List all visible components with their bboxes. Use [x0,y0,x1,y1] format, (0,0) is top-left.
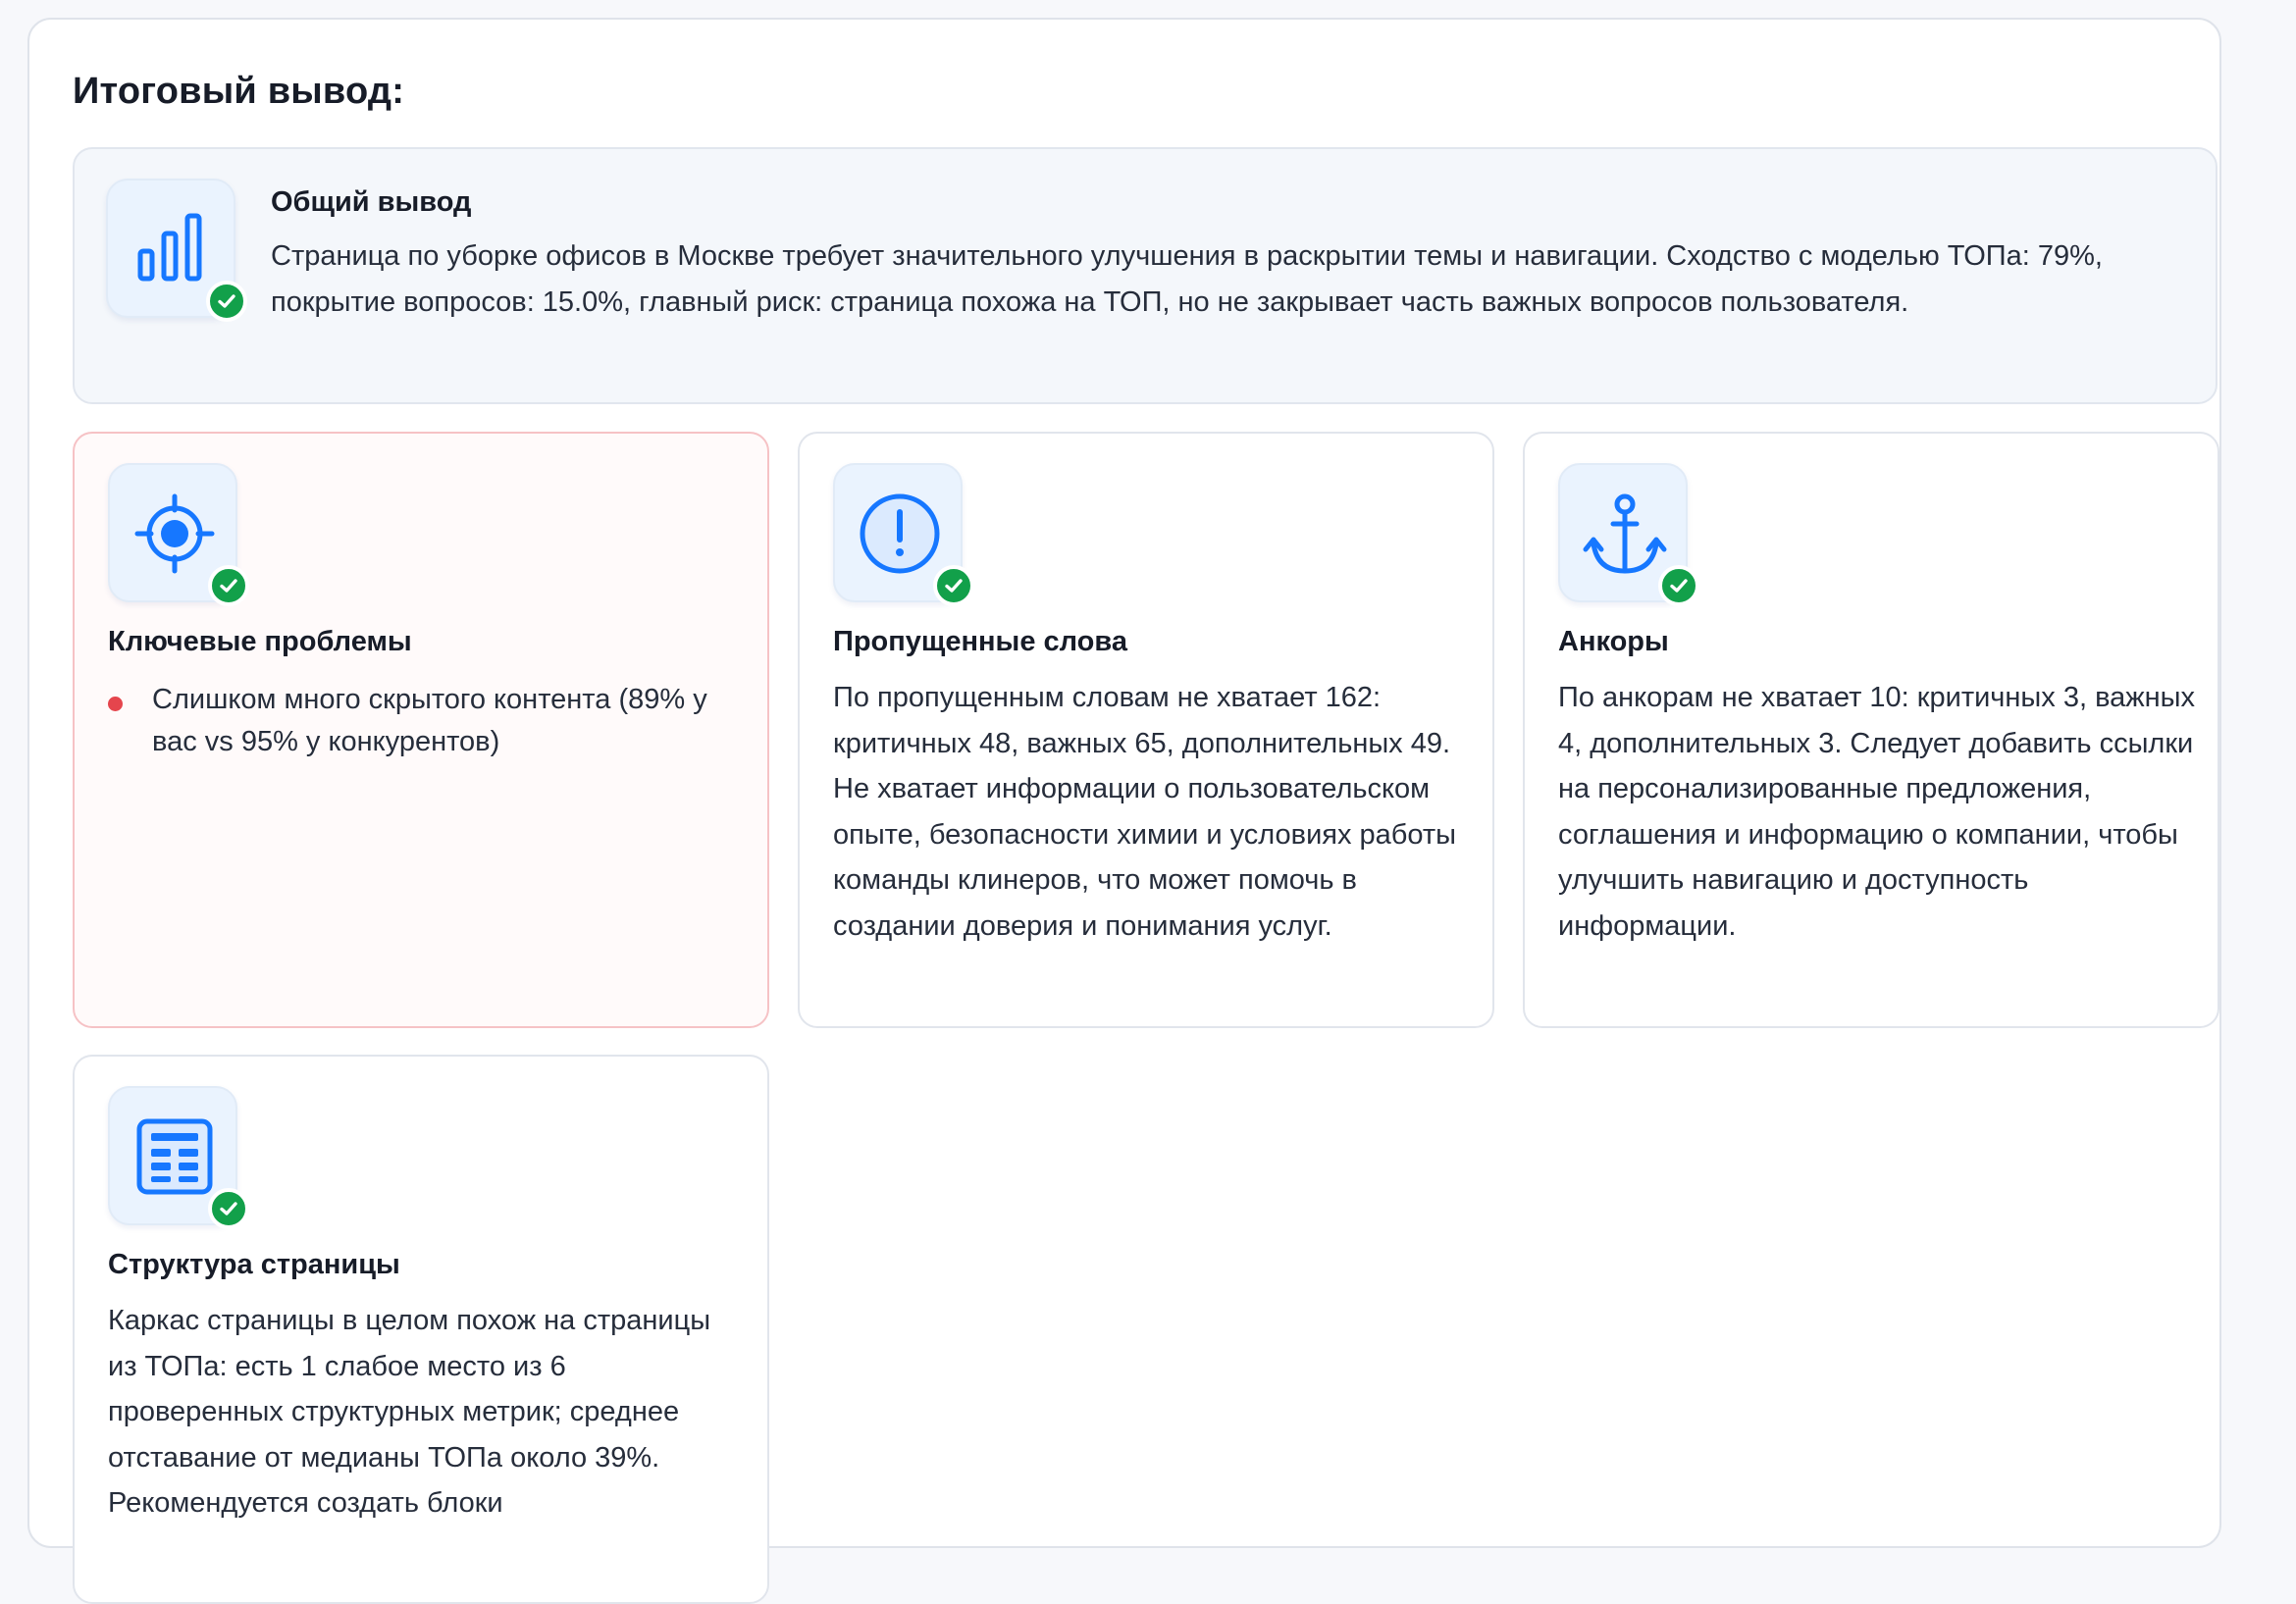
anchors-card: Анкоры По анкорам не хватает 10: критичн… [1523,432,2219,1028]
target-icon [134,493,215,574]
key-problems-title: Ключевые проблемы [108,626,412,657]
missing-words-icon-tile [833,463,974,606]
key-problems-card: Ключевые проблемы Слишком много скрытого… [73,432,769,1028]
key-problems-icon-tile [108,463,249,606]
page-structure-title: Структура страницы [108,1249,400,1280]
key-problem-text: Слишком много скрытого контента (89% у в… [152,684,707,757]
anchor-icon [1583,493,1667,574]
check-badge-icon [208,565,249,606]
general-conclusion-card: Общий вывод Страница по уборке офисов в … [73,147,2218,404]
page-structure-text: Каркас страницы в целом похож на страниц… [108,1305,711,1519]
missing-words-title: Пропущенные слова [833,626,1127,657]
missing-words-text: По пропущенным словам не хватает 162: кр… [833,682,1457,942]
anchors-text: По анкорам не хватает 10: критичных 3, в… [1558,682,2196,942]
list-item: Слишком много скрытого контента (89% у в… [108,679,716,763]
page-structure-icon-tile [108,1086,249,1229]
check-badge-icon [1658,565,1699,606]
red-bullet-icon [108,697,123,711]
check-badge-icon [933,565,974,606]
general-conclusion-icon-tile [106,179,247,322]
general-conclusion-text: Страница по уборке офисов в Москве требу… [271,240,2103,318]
anchors-icon-tile [1558,463,1699,606]
document-layout-icon [136,1118,213,1195]
check-badge-icon [206,281,247,322]
general-conclusion-title: Общий вывод [271,186,472,218]
alert-circle-icon [860,493,940,574]
bar-chart-icon [137,213,202,282]
page-structure-card: Структура страницы Каркас страницы в цел… [73,1055,769,1604]
missing-words-card: Пропущенные слова По пропущенным словам … [798,432,1494,1028]
check-badge-icon [208,1188,249,1229]
page-title: Итоговый вывод: [73,71,405,112]
summary-panel: Итоговый вывод: Общий вывод Страница по … [27,18,2221,1604]
anchors-title: Анкоры [1558,626,1669,657]
